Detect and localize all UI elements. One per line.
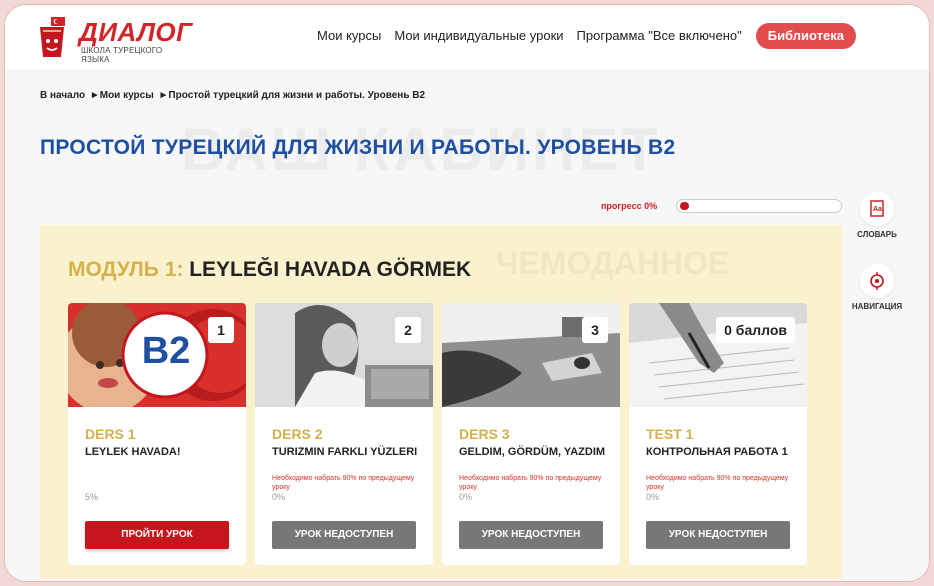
module-number: МОДУЛЬ 1: xyxy=(68,258,184,281)
lesson-kind: DERS 3 xyxy=(459,426,510,442)
start-lesson-button[interactable]: ПРОЙТИ УРОК xyxy=(85,521,229,549)
lesson-name: TURIZMIN FARKLI YÜZLERI xyxy=(272,446,418,458)
test-card: 0 баллов TEST 1 КОНТРОЛЬНАЯ РАБОТА 1 Нео… xyxy=(629,303,807,565)
cup-logo-icon xyxy=(40,17,65,57)
svg-text:Aa: Aa xyxy=(873,206,882,213)
lesson-lock-note: Необходимо набрать 90% по предыдущему ур… xyxy=(459,475,602,491)
logo[interactable]: ДИАЛОГ ШКОЛА ТУРЕЦКОГО ЯЗЫКА xyxy=(33,11,193,64)
test-unavailable-button[interactable]: УРОК НЕДОСТУПЕН xyxy=(646,521,790,549)
module-title: МОДУЛЬ 1: LEYLEĞI HAVADA GÖRMEK xyxy=(68,258,471,282)
dictionary-tool[interactable]: Aa СЛОВАРЬ xyxy=(847,192,907,239)
compass-icon xyxy=(860,264,894,298)
progress-label: прогресс 0% xyxy=(601,201,658,211)
lesson-progress: 5% xyxy=(85,492,99,502)
lesson-progress: 0% xyxy=(272,492,286,502)
lesson-unavailable-button[interactable]: УРОК НЕДОСТУПЕН xyxy=(459,521,603,549)
lesson-kind: TEST 1 xyxy=(646,426,694,442)
lesson-card: B2 1 DERS 1 LEYLEK HAVADA! 5% ПРОЙТИ УРО… xyxy=(68,303,246,565)
b2-level-mark: B2 xyxy=(141,330,191,372)
module-panel: ЧЕМОДАННОЕ МОДУЛЬ 1: LEYLEĞI HAVADA GÖRM… xyxy=(40,225,842,579)
lesson-name: LEYLEK HAVADA! xyxy=(85,446,181,458)
dictionary-label: СЛОВАРЬ xyxy=(857,230,897,239)
lesson-name: КОНТРОЛЬНАЯ РАБОТА 1 xyxy=(646,446,788,458)
lesson-lock-note: Необходимо набрать 90% по предыдущему ур… xyxy=(646,475,789,491)
app-frame: ДИАЛОГ ШКОЛА ТУРЕЦКОГО ЯЗЫКА Мои курсы М… xyxy=(4,4,930,582)
lesson-unavailable-button[interactable]: УРОК НЕДОСТУПЕН xyxy=(272,521,416,549)
lesson-progress: 0% xyxy=(459,492,473,502)
site-header: ДИАЛОГ ШКОЛА ТУРЕЦКОГО ЯЗЫКА Мои курсы М… xyxy=(5,5,929,69)
navigation-label: НАВИГАЦИЯ xyxy=(851,302,903,311)
lesson-name: GELDIM, GÖRDÜM, YAZDIM xyxy=(459,446,606,458)
lesson-lock-note: Необходимо набрать 90% по предыдущему ур… xyxy=(272,475,415,491)
lesson-card: 3 DERS 3 GELDIM, GÖRDÜM, YAZDIM Необходи… xyxy=(442,303,620,565)
dictionary-icon: Aa xyxy=(860,192,894,226)
breadcrumb-course: ►Простой турецкий для жизни и работы. Ур… xyxy=(158,90,426,101)
module-name: LEYLEĞI HAVADA GÖRMEK xyxy=(189,258,472,281)
lesson-kind: DERS 1 xyxy=(85,426,136,442)
nav-individual-lessons[interactable]: Мои индивидуальные уроки xyxy=(394,23,563,49)
lesson-card: 2 DERS 2 TURIZMIN FARKLI YÜZLERI Необход… xyxy=(255,303,433,565)
navigation-tool[interactable]: НАВИГАЦИЯ xyxy=(847,264,907,311)
breadcrumb-my-courses[interactable]: ►Мои курсы xyxy=(90,90,154,101)
logo-subtitle: ШКОЛА ТУРЕЦКОГО ЯЗЫКА xyxy=(81,46,163,64)
breadcrumb-home[interactable]: В начало xyxy=(40,90,85,101)
breadcrumb: В начало ►Мои курсы ►Простой турецкий дл… xyxy=(40,90,427,101)
nav-my-courses[interactable]: Мои курсы xyxy=(317,23,381,49)
lesson-progress: 0% xyxy=(646,492,660,502)
logo-text: ДИАЛОГ xyxy=(79,17,193,47)
lesson-badge: 1 xyxy=(208,317,234,343)
progress-bar xyxy=(676,199,842,213)
nav-all-inclusive[interactable]: Программа "Все включено" xyxy=(577,23,742,49)
lesson-kind: DERS 2 xyxy=(272,426,323,442)
lesson-badge: 2 xyxy=(395,317,421,343)
main-nav: Мои курсы Мои индивидуальные уроки Прогр… xyxy=(317,23,856,49)
progress-bar-fill xyxy=(680,202,689,210)
module-watermark: ЧЕМОДАННОЕ xyxy=(496,245,730,281)
test-score-badge: 0 баллов xyxy=(716,317,795,343)
lesson-badge: 3 xyxy=(582,317,608,343)
main-content: В начало ►Мои курсы ►Простой турецкий дл… xyxy=(5,69,929,581)
page-title: ПРОСТОЙ ТУРЕЦКИЙ ДЛЯ ЖИЗНИ И РАБОТЫ. УРО… xyxy=(40,136,676,159)
library-button[interactable]: Библиотека xyxy=(755,23,856,49)
